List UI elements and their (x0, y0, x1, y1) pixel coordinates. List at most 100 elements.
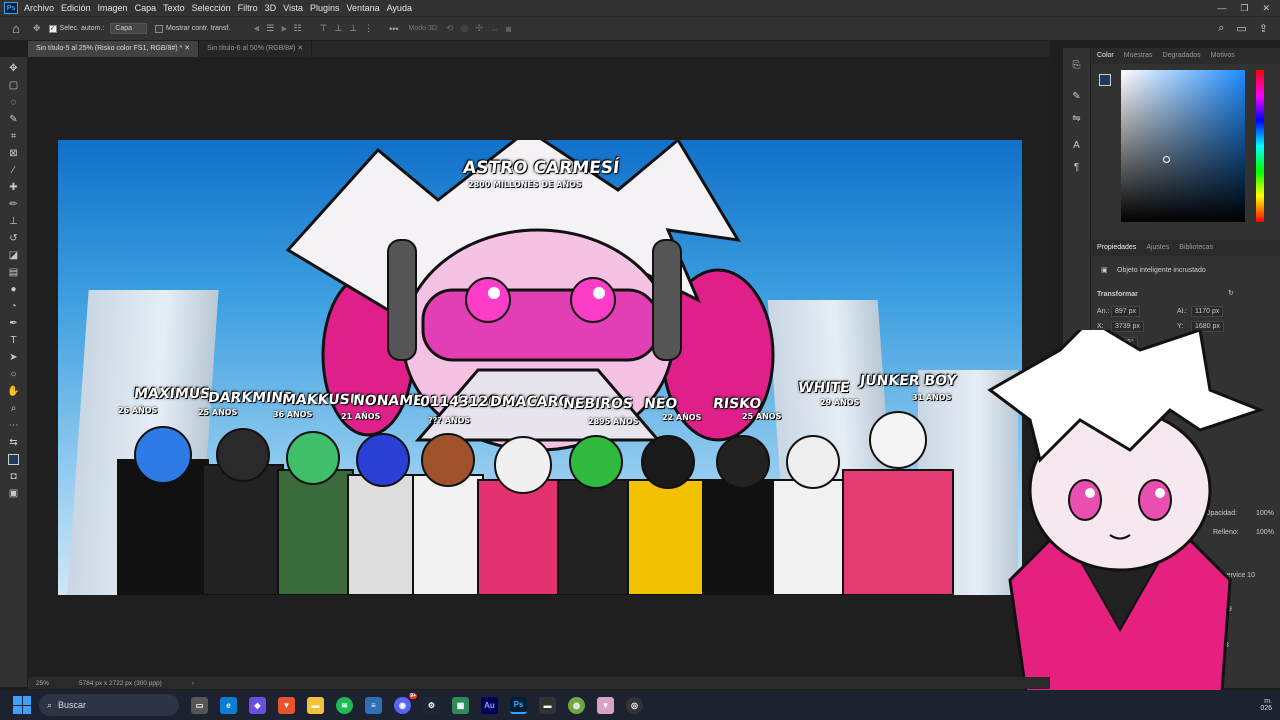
workspace-icon[interactable]: ▭ (1236, 22, 1246, 35)
align-middle-icon[interactable]: ⊥ (334, 23, 342, 34)
foreground-swatch[interactable] (1099, 74, 1111, 86)
task-view-icon[interactable]: ▭ (191, 696, 208, 714)
close-icon[interactable]: ✕ (1262, 3, 1270, 14)
blur-icon[interactable]: ● (6, 282, 22, 297)
obs-icon[interactable]: ◎ (626, 696, 643, 714)
menu-filtro[interactable]: Filtro (238, 3, 258, 13)
tab-degradados[interactable]: Degradados (1163, 52, 1201, 60)
history-icon[interactable]: ⎘ (1069, 57, 1085, 73)
tab-document-5[interactable]: Sin título-5 al 25% (Risko color FS1, RG… (28, 41, 200, 57)
swap-colors-icon[interactable]: ⇆ (6, 435, 22, 450)
menu-texto[interactable]: Texto (163, 3, 185, 13)
status-expand-icon[interactable]: › (192, 680, 194, 687)
healing-icon[interactable]: ✚ (6, 180, 22, 195)
menu-vista[interactable]: Vista (283, 3, 303, 13)
terminal-icon[interactable]: ▬ (539, 696, 556, 714)
menu-3d[interactable]: 3D (265, 3, 277, 13)
brave-icon[interactable]: ▼ (278, 696, 295, 714)
close-tab-icon[interactable]: ✕ (297, 45, 303, 52)
home-icon[interactable]: ⌂ (6, 19, 26, 39)
menu-seleccion[interactable]: Selección (192, 3, 231, 13)
menu-edicion[interactable]: Edición (61, 3, 91, 13)
screen-mode-icon[interactable]: ▣ (6, 486, 22, 501)
menu-capa[interactable]: Capa (135, 3, 157, 13)
notepad-icon[interactable]: ≡ (365, 696, 382, 714)
stamp-icon[interactable]: ⊥ (6, 214, 22, 229)
hue-slider[interactable] (1256, 70, 1264, 222)
artwork-canvas[interactable]: ASTRO CARMESÍ 2800 MILLONES DE AÑOS MAXI… (58, 140, 1022, 595)
menu-plugins[interactable]: Plugins (310, 3, 340, 13)
brush-icon[interactable]: ✏ (6, 197, 22, 212)
globe-app-icon[interactable]: ◍ (568, 696, 585, 714)
discord-icon[interactable]: ◉ 9+ (394, 692, 417, 714)
windows-start-icon[interactable] (13, 696, 31, 714)
eyedropper-icon[interactable]: ⁄ (6, 163, 22, 178)
eraser-icon[interactable]: ◪ (6, 248, 22, 263)
zoom-level[interactable]: 25% (36, 680, 49, 687)
align-center-icon[interactable]: ☰ (266, 23, 274, 34)
tab-color[interactable]: Color (1097, 52, 1114, 60)
align-left-icon[interactable]: ⫷ (254, 23, 259, 34)
tab-muestras[interactable]: Muestras (1124, 52, 1153, 60)
crop-icon[interactable]: ⌗ (6, 129, 22, 144)
fg-bg-color-icon[interactable] (6, 452, 22, 467)
tab-motivos[interactable]: Motivos (1211, 52, 1235, 60)
minimize-icon[interactable]: — (1217, 3, 1226, 14)
menu-imagen[interactable]: Imagen (98, 3, 128, 13)
gradient-icon[interactable]: ▤ (6, 265, 22, 280)
path-select-icon[interactable]: ➤ (6, 350, 22, 365)
quick-mask-icon[interactable]: ◘ (6, 469, 22, 484)
lasso-icon[interactable]: ◌ (6, 95, 22, 110)
copilot-icon[interactable]: ◆ (249, 696, 266, 714)
auto-select-dropdown[interactable]: Capa (110, 23, 148, 34)
search-icon[interactable]: ⌕ (1218, 22, 1224, 35)
distribute-v-icon[interactable]: ⋮ (364, 23, 373, 34)
brush-settings-icon[interactable]: ✎ (1069, 88, 1085, 104)
edge-icon[interactable]: e (220, 696, 237, 714)
more-options-icon[interactable]: ••• (389, 24, 398, 34)
menu-archivo[interactable]: Archivo (24, 3, 54, 13)
close-tab-icon[interactable]: ✕ (184, 45, 190, 52)
shape-icon[interactable]: ○ (6, 367, 22, 382)
restore-icon[interactable]: ❐ (1240, 3, 1248, 14)
hand-icon[interactable]: ✋ (6, 384, 22, 399)
align-bottom-icon[interactable]: ⊥ (349, 23, 357, 34)
frame-icon[interactable]: ⊠ (6, 146, 22, 161)
show-transform-checkbox[interactable] (155, 24, 164, 33)
move-icon[interactable]: ✥ (6, 61, 22, 76)
type-icon[interactable]: T (6, 333, 22, 348)
history-brush-icon[interactable]: ↺ (6, 231, 22, 246)
tab-propiedades[interactable]: Propiedades (1097, 244, 1136, 252)
quick-select-icon[interactable]: ✎ (6, 112, 22, 127)
align-right-icon[interactable]: ⫸ (281, 23, 286, 34)
color-picker-field[interactable] (1121, 70, 1245, 222)
dodge-icon[interactable]: ◔ (6, 299, 22, 314)
folder-icon[interactable]: ▬ (307, 696, 324, 714)
tab-ajustes[interactable]: Ajustes (1146, 244, 1169, 252)
distribute-icon[interactable]: ☷ (293, 23, 301, 34)
artboard-icon[interactable]: ▢ (6, 78, 22, 93)
auto-select-checkbox[interactable]: ✓ (48, 24, 57, 33)
align-top-icon[interactable]: ⊤ (320, 23, 328, 34)
pen-icon[interactable]: ✒ (6, 316, 22, 331)
adjustments-icon[interactable]: ⇋ (1069, 110, 1085, 126)
taskbar-search[interactable]: ⌕ Buscar (39, 694, 179, 716)
height-field[interactable]: 1170 px (1191, 306, 1224, 317)
width-field[interactable]: 897 px (1111, 306, 1141, 317)
color-picker-cursor[interactable] (1163, 156, 1170, 163)
menu-ayuda[interactable]: Ayuda (387, 3, 412, 13)
reset-transform-icon[interactable]: ↻ (1228, 289, 1234, 297)
app-icon[interactable]: ▦ (452, 696, 469, 714)
more-tools-icon[interactable]: ⋯ (6, 418, 22, 433)
zoom-icon[interactable]: ⌕ (6, 401, 22, 416)
share-icon[interactable]: ⇪ (1259, 22, 1268, 35)
spotify-icon[interactable]: ≋ (336, 696, 353, 714)
tab-document-6[interactable]: Sin título-6 al 50% (RGB/8#) ✕ (199, 41, 313, 57)
tab-bibliotecas[interactable]: Bibliotecas (1179, 244, 1213, 252)
character-icon[interactable]: A (1069, 137, 1085, 153)
taskbar-clock[interactable]: m. 026 (1260, 698, 1272, 712)
move-tool-icon[interactable]: ✥ (33, 23, 41, 34)
photoshop-taskbar-icon[interactable]: Ps (510, 696, 527, 714)
audition-icon[interactable]: Au (481, 696, 498, 714)
paragraph-icon[interactable]: ¶ (1069, 159, 1085, 175)
